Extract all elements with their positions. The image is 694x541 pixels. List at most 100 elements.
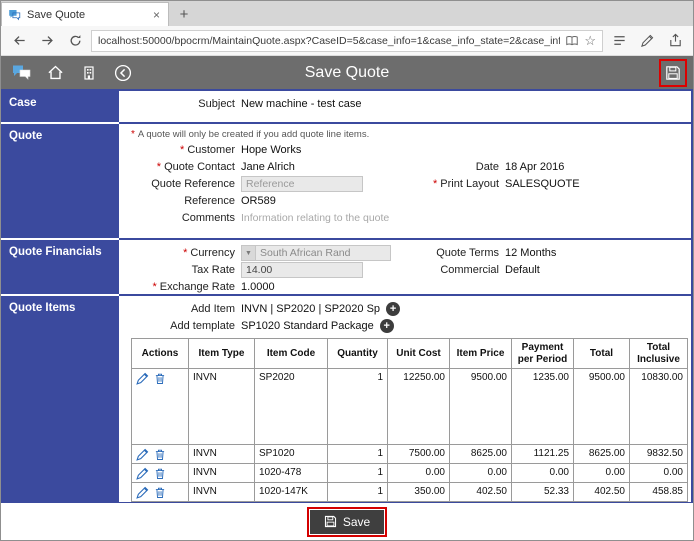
cell-item-type: INVN [189,369,255,445]
table-row: INVN 1020-147K 1 350.00 402.50 52.33 402… [132,483,688,502]
customer-label: *Customer [119,144,241,156]
share-icon[interactable] [663,30,687,52]
cell-payment: 52.33 [512,483,574,502]
quote-terms-value: 12 Months [505,247,691,259]
section-financials-label: Quote Financials [1,240,119,296]
quote-contact-label: *Quote Contact [119,161,241,173]
edit-icon[interactable] [136,372,149,385]
cell-quantity: 1 [328,483,388,502]
delete-icon[interactable] [154,486,166,499]
forward-nav-icon[interactable] [35,30,59,52]
quote-terms-label: Quote Terms [411,247,505,259]
reference-label: Reference [119,195,241,207]
company-button[interactable] [79,63,99,83]
add-template-label: Add template [119,320,241,332]
cell-total: 0.00 [574,464,630,483]
new-tab-button[interactable]: + [169,2,199,26]
url-box[interactable]: localhost:50000/bpocrm/MaintainQuote.asp… [91,30,603,52]
exchange-rate-label: *Exchange Rate [119,281,241,293]
cell-item-price: 9500.00 [450,369,512,445]
toolbar-save-button[interactable] [663,63,683,83]
cell-item-code: 1020-478 [255,464,328,483]
quote-note: *A quote will only be created if you add… [119,129,691,140]
cell-total: 8625.00 [574,445,630,464]
back-nav-icon[interactable] [7,30,31,52]
cell-payment: 1121.25 [512,445,574,464]
save-button-label: Save [343,515,370,529]
reading-view-icon[interactable] [565,34,579,48]
section-case-label: Case [1,91,119,124]
section-case: Case Subject New machine - test case [1,91,691,124]
add-item-value[interactable]: INVN | SP2020 | SP2020 Sp [241,303,380,315]
cell-item-type: INVN [189,464,255,483]
delete-icon[interactable] [154,448,166,461]
reference-value: OR589 [241,195,411,207]
url-text[interactable]: localhost:50000/bpocrm/MaintainQuote.asp… [98,35,560,47]
footer: Save [1,503,693,540]
add-template-button[interactable]: + [380,319,394,333]
delete-icon[interactable] [154,372,166,385]
web-note-icon[interactable] [635,30,659,52]
section-quote-label: Quote [1,124,119,240]
table-row: INVN SP1020 1 7500.00 8625.00 1121.25 86… [132,445,688,464]
date-label: Date [411,161,505,173]
delete-icon[interactable] [154,467,166,480]
refresh-icon[interactable] [63,30,87,52]
tab-bar: Save Quote × + [1,1,693,26]
cell-item-price: 0.00 [450,464,512,483]
tax-rate-input[interactable] [241,262,363,278]
hub-icon[interactable] [607,30,631,52]
tab-title: Save Quote [27,9,145,21]
home-button[interactable] [45,63,65,83]
exchange-rate-value: 1.0000 [241,281,411,293]
comments-input[interactable] [241,210,461,226]
tab-close-icon[interactable]: × [151,8,162,22]
favorite-star-icon[interactable]: ☆ [584,34,596,47]
cell-unit-cost: 12250.00 [388,369,450,445]
browser-tab[interactable]: Save Quote × [1,2,169,26]
tax-rate-label: Tax Rate [119,264,241,276]
currency-value: South African Rand [260,247,350,259]
edit-icon[interactable] [136,467,149,480]
edit-icon[interactable] [136,486,149,499]
save-button[interactable]: Save [310,510,384,534]
cell-quantity: 1 [328,445,388,464]
cell-quantity: 1 [328,464,388,483]
browser-window: Save Quote × + localhost:50000/bpocrm/Ma… [0,0,694,541]
header-actions: Actions [132,339,189,369]
back-button[interactable] [113,63,133,83]
cell-unit-cost: 0.00 [388,464,450,483]
comments-label: Comments [119,212,241,224]
address-bar: localhost:50000/bpocrm/MaintainQuote.asp… [1,26,693,56]
section-quote-financials: Quote Financials *Currency ▼ South Afric… [1,240,691,296]
commercial-label: Commercial [411,264,505,276]
cell-item-type: INVN [189,445,255,464]
currency-select[interactable]: ▼ South African Rand [241,245,391,261]
header-total-inclusive: Total Inclusive [630,339,688,369]
cell-item-code: 1020-147K [255,483,328,502]
cell-unit-cost: 7500.00 [388,445,450,464]
subject-value: New machine - test case [241,98,411,110]
currency-dropdown-icon[interactable]: ▼ [242,246,256,260]
cell-item-price: 402.50 [450,483,512,502]
cell-total: 402.50 [574,483,630,502]
currency-label: *Currency [119,247,241,259]
cell-payment: 1235.00 [512,369,574,445]
print-layout-label: *Print Layout [411,178,505,190]
edit-icon[interactable] [136,448,149,461]
header-payment-per-period: Payment per Period [512,339,574,369]
quote-reference-input[interactable] [241,176,363,192]
cell-total-inclusive: 9832.50 [630,445,688,464]
chat-icon[interactable] [11,63,31,83]
header-item-price: Item Price [450,339,512,369]
cell-total-inclusive: 0.00 [630,464,688,483]
add-item-button[interactable]: + [386,302,400,316]
commercial-value: Default [505,264,691,276]
add-template-value[interactable]: SP1020 Standard Package [241,320,374,332]
quote-reference-label: Quote Reference [119,178,241,190]
cell-item-code: SP2020 [255,369,328,445]
section-items-label: Quote Items [1,296,119,502]
cell-total-inclusive: 458.85 [630,483,688,502]
cell-item-price: 8625.00 [450,445,512,464]
header-total: Total [574,339,630,369]
